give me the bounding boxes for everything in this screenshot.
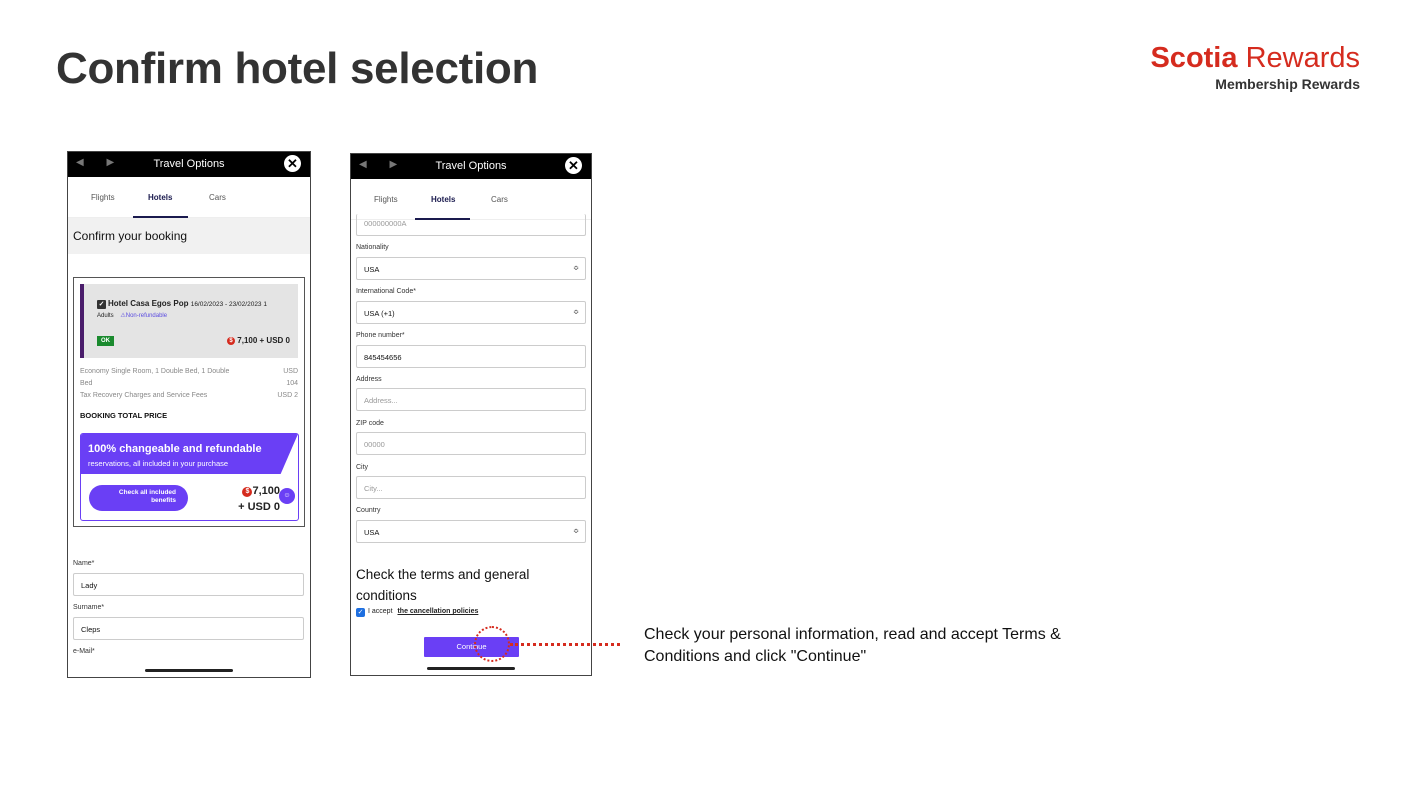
tab-flights[interactable]: Flights bbox=[374, 195, 398, 204]
active-tab-indicator bbox=[133, 216, 188, 218]
hotel-name: Hotel Casa Egos Pop bbox=[108, 299, 189, 308]
chat-assistant-icon[interactable]: ☺ bbox=[279, 488, 295, 504]
phone-screenshot-details: ◀ ▶ Travel Options ✕ Flights Hotels Cars… bbox=[350, 153, 592, 676]
name-label: Name* bbox=[73, 560, 95, 567]
close-icon[interactable]: ✕ bbox=[284, 155, 301, 172]
select-caret-icon: ≎ bbox=[573, 528, 579, 535]
zip-field[interactable]: 00000 bbox=[356, 432, 586, 455]
tab-cars[interactable]: Cars bbox=[209, 193, 226, 202]
window-title: Travel Options bbox=[435, 160, 507, 172]
home-indicator bbox=[145, 669, 233, 672]
address-field[interactable]: Address... bbox=[356, 388, 586, 411]
line-item-value: USD 2 bbox=[277, 392, 298, 399]
phone-label: Phone number* bbox=[356, 332, 405, 339]
hotel-guests: Adults ⚠Non-refundable bbox=[97, 312, 167, 319]
callout-highlight-circle bbox=[474, 626, 510, 662]
nationality-label: Nationality bbox=[356, 244, 389, 251]
promo-price: $7,100 + USD 0 bbox=[238, 483, 280, 515]
benefits-button-line2: benefits bbox=[151, 497, 176, 504]
booking-total-label: BOOKING TOTAL PRICE bbox=[80, 411, 168, 420]
nationality-select[interactable]: USA ≎ bbox=[356, 257, 586, 280]
points-coin-icon: $ bbox=[242, 487, 253, 497]
promo-subtitle: reservations, all included in your purch… bbox=[88, 459, 229, 468]
accept-checkbox[interactable]: ✓ bbox=[356, 608, 365, 617]
hotel-dates: 16/02/2023 - 23/02/2023 1 bbox=[190, 301, 267, 308]
line-item-label: Bed bbox=[80, 380, 93, 387]
check-icon[interactable]: ✓ bbox=[97, 300, 106, 309]
promo-points: 7,100 bbox=[252, 485, 280, 497]
slide-title: Confirm hotel selection bbox=[56, 44, 539, 93]
status-badge: OK bbox=[97, 336, 114, 346]
callout-instruction: Check your personal information, read an… bbox=[644, 626, 1061, 665]
line-item: Tax Recovery Charges and Service Fees US… bbox=[80, 392, 298, 399]
address-label: Address bbox=[356, 376, 382, 383]
accept-text: I accept bbox=[368, 608, 393, 615]
booking-summary-card: ✓ Hotel Casa Egos Pop 16/02/2023 - 23/02/… bbox=[73, 277, 305, 527]
hotel-price-value: 7,100 + USD 0 bbox=[237, 336, 290, 345]
home-indicator bbox=[427, 667, 515, 670]
email-label: e-Mail* bbox=[73, 648, 95, 655]
phone-screenshot-booking: ◀ ▶ Travel Options ✕ Flights Hotels Cars… bbox=[67, 151, 311, 678]
line-item-label: Tax Recovery Charges and Service Fees bbox=[80, 392, 208, 399]
confirm-booking-header: Confirm your booking bbox=[68, 218, 310, 254]
cancellation-policies-link[interactable]: the cancellation policies bbox=[397, 608, 478, 615]
line-item: Bed 104 bbox=[80, 380, 298, 387]
non-refundable-note: ⚠Non-refundable bbox=[120, 313, 168, 319]
select-caret-icon: ≎ bbox=[573, 265, 579, 272]
zip-label: ZIP code bbox=[356, 420, 384, 427]
callout-connector-line bbox=[510, 643, 620, 646]
promo-title: 100% changeable and refundable bbox=[88, 443, 262, 455]
tab-flights[interactable]: Flights bbox=[91, 193, 115, 202]
nationality-value: USA bbox=[364, 265, 380, 274]
terms-heading: Check the terms and general conditions bbox=[356, 567, 530, 603]
hotel-summary: ✓ Hotel Casa Egos Pop 16/02/2023 - 23/02/… bbox=[80, 284, 298, 358]
close-icon[interactable]: ✕ bbox=[565, 157, 582, 174]
tab-cars[interactable]: Cars bbox=[491, 195, 508, 204]
line-item-label: Economy Single Room, 1 Double Bed, 1 Dou… bbox=[80, 368, 230, 375]
select-caret-icon: ≎ bbox=[573, 309, 579, 316]
name-field[interactable]: Lady bbox=[73, 573, 304, 596]
adults-label: Adults bbox=[97, 313, 114, 319]
hotel-name-line: ✓ Hotel Casa Egos Pop 16/02/2023 - 23/02/… bbox=[97, 299, 267, 309]
brand-name-light: Rewards bbox=[1245, 42, 1360, 74]
country-select[interactable]: USA ≎ bbox=[356, 520, 586, 543]
app-topbar: ◀ ▶ Travel Options ✕ bbox=[351, 154, 591, 179]
tab-bar: Flights Hotels Cars bbox=[68, 177, 310, 218]
hotel-price: $ 7,100 + USD 0 bbox=[227, 336, 290, 345]
line-item-value: USD bbox=[283, 368, 298, 375]
accept-terms-row: ✓ I accept the cancellation policies bbox=[356, 608, 478, 617]
window-title: Travel Options bbox=[153, 158, 225, 170]
city-label: City bbox=[356, 464, 369, 471]
tab-hotels[interactable]: Hotels bbox=[148, 193, 172, 202]
benefits-button-line1: Check all included bbox=[118, 489, 176, 496]
surname-field[interactable]: Cleps bbox=[73, 617, 304, 640]
intl-code-select[interactable]: USA (+1) ≎ bbox=[356, 301, 586, 324]
app-topbar: ◀ ▶ Travel Options ✕ bbox=[68, 152, 310, 177]
country-label: Country bbox=[356, 507, 381, 514]
country-value: USA bbox=[364, 528, 380, 537]
promo-usd: + USD 0 bbox=[238, 501, 280, 513]
brand-logo: Scotia Rewards Membership Rewards bbox=[1150, 42, 1360, 92]
points-coin-icon: $ bbox=[227, 337, 236, 345]
line-item-value: 104 bbox=[286, 380, 298, 387]
brand-name-bold: Scotia bbox=[1150, 42, 1238, 74]
line-item: Economy Single Room, 1 Double Bed, 1 Dou… bbox=[80, 368, 298, 375]
surname-label: Surname* bbox=[73, 604, 105, 611]
tab-hotels[interactable]: Hotels bbox=[431, 195, 455, 204]
refundable-promo-box: 100% changeable and refundable reservati… bbox=[80, 433, 299, 521]
intl-code-value: USA (+1) bbox=[364, 309, 395, 318]
city-field[interactable]: City... bbox=[356, 476, 586, 499]
brand-subtitle: Membership Rewards bbox=[1215, 76, 1360, 92]
id-number-field[interactable]: 000000000A bbox=[356, 214, 586, 236]
check-benefits-button[interactable]: Check all included benefits bbox=[89, 485, 188, 511]
intl-code-label: International Code* bbox=[356, 288, 416, 295]
phone-field[interactable]: 845454656 bbox=[356, 345, 586, 368]
